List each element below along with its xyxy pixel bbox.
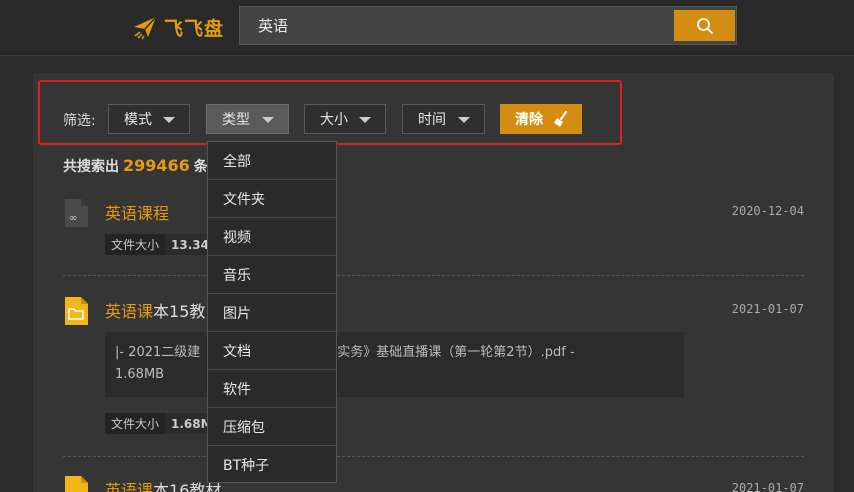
search-button[interactable] bbox=[674, 10, 735, 41]
divider bbox=[63, 275, 804, 276]
title-highlight: 英语课 bbox=[105, 302, 154, 321]
dropdown-label: 时间 bbox=[418, 112, 446, 128]
filter-label: 筛选: bbox=[63, 113, 96, 129]
site-logo[interactable]: 飞飞盘 bbox=[132, 12, 224, 42]
file-size-meta: 文件大小 13.34 bbox=[105, 234, 215, 255]
result-summary: 共搜索出 299466 条 bbox=[63, 156, 208, 176]
result-title[interactable]: 英语课程 bbox=[105, 200, 169, 224]
meta-label: 文件大小 bbox=[111, 238, 160, 252]
dropdown-label: 大小 bbox=[320, 112, 348, 128]
summary-prefix: 共搜索出 bbox=[63, 159, 119, 175]
menu-item-folder[interactable]: 文件夹 bbox=[208, 180, 336, 218]
result-item: 英语课本16教材 2021-01-07 bbox=[63, 475, 804, 492]
caret-down-icon bbox=[458, 117, 470, 123]
title-highlight: 英语课程 bbox=[105, 204, 170, 223]
menu-item-document[interactable]: 文档 bbox=[208, 332, 336, 370]
result-count: 299466 bbox=[123, 156, 190, 175]
search-icon bbox=[696, 17, 713, 34]
title-highlight: 英语课 bbox=[105, 481, 154, 492]
menu-item-music[interactable]: 音乐 bbox=[208, 256, 336, 294]
link-file-icon: ∞ bbox=[65, 199, 88, 227]
result-date: 2021-01-07 bbox=[731, 302, 804, 316]
menu-item-image[interactable]: 图片 bbox=[208, 294, 336, 332]
folder-icon bbox=[65, 476, 88, 492]
paper-plane-icon bbox=[134, 16, 157, 40]
result-item: ∞ 英语课程 2020-12-04 文件大小 13.34 bbox=[63, 198, 804, 258]
caret-down-icon bbox=[163, 117, 175, 123]
file-size-meta: 文件大小 1.68M bbox=[105, 413, 219, 434]
snippet-line: 1.68MB bbox=[115, 367, 165, 382]
divider bbox=[63, 456, 804, 457]
dropdown-label: 模式 bbox=[124, 112, 152, 128]
menu-item-all[interactable]: 全部 bbox=[208, 142, 336, 180]
result-title[interactable]: 英语课本16教材 bbox=[105, 477, 221, 492]
clear-label: 清除 bbox=[515, 112, 543, 128]
summary-suffix: 条 bbox=[193, 159, 208, 175]
menu-item-video[interactable]: 视频 bbox=[208, 218, 336, 256]
snippet-line: |- 2021二级建 管理与实务》基础直播课（第一轮第2节）.pdf - bbox=[115, 342, 674, 364]
menu-item-software[interactable]: 软件 bbox=[208, 370, 336, 408]
time-dropdown[interactable]: 时间 bbox=[402, 104, 485, 134]
folder-icon bbox=[65, 297, 88, 325]
mode-dropdown[interactable]: 模式 bbox=[108, 104, 190, 134]
meta-label: 文件大小 bbox=[111, 417, 160, 431]
dropdown-label: 类型 bbox=[222, 112, 250, 128]
logo-text: 飞飞盘 bbox=[164, 17, 225, 40]
result-date: 2021-01-07 bbox=[731, 481, 804, 492]
search-box bbox=[239, 6, 737, 45]
svg-text:∞: ∞ bbox=[69, 213, 77, 224]
result-date: 2020-12-04 bbox=[731, 204, 804, 218]
broom-icon bbox=[554, 111, 567, 128]
search-input[interactable] bbox=[240, 7, 670, 44]
result-snippet: |- 2021二级建 管理与实务》基础直播课（第一轮第2节）.pdf - 1.68… bbox=[105, 332, 684, 397]
title-rest: 本15教 bbox=[153, 302, 206, 321]
menu-item-bt-torrent[interactable]: BT种子 bbox=[208, 446, 336, 484]
caret-down-icon bbox=[359, 117, 371, 123]
result-title[interactable]: 英语课本15教 bbox=[105, 298, 205, 322]
snippet-text: 管理与实务》基础直播课（第一轮第2节）.pdf - bbox=[298, 345, 575, 360]
menu-item-archive[interactable]: 压缩包 bbox=[208, 408, 336, 446]
type-dropdown[interactable]: 类型 bbox=[206, 104, 289, 134]
result-item: 英语课本15教 2021-01-07 |- 2021二级建 管理与实务》基础直播课… bbox=[63, 296, 804, 436]
top-bar: 飞飞盘 bbox=[0, 0, 854, 56]
clear-button[interactable]: 清除 bbox=[500, 104, 582, 134]
size-dropdown[interactable]: 大小 bbox=[304, 104, 386, 134]
caret-down-icon bbox=[262, 117, 274, 123]
type-dropdown-menu: 全部 文件夹 视频 音乐 图片 文档 软件 压缩包 BT种子 bbox=[207, 141, 337, 483]
snippet-text: |- 2021二级建 bbox=[115, 345, 201, 360]
